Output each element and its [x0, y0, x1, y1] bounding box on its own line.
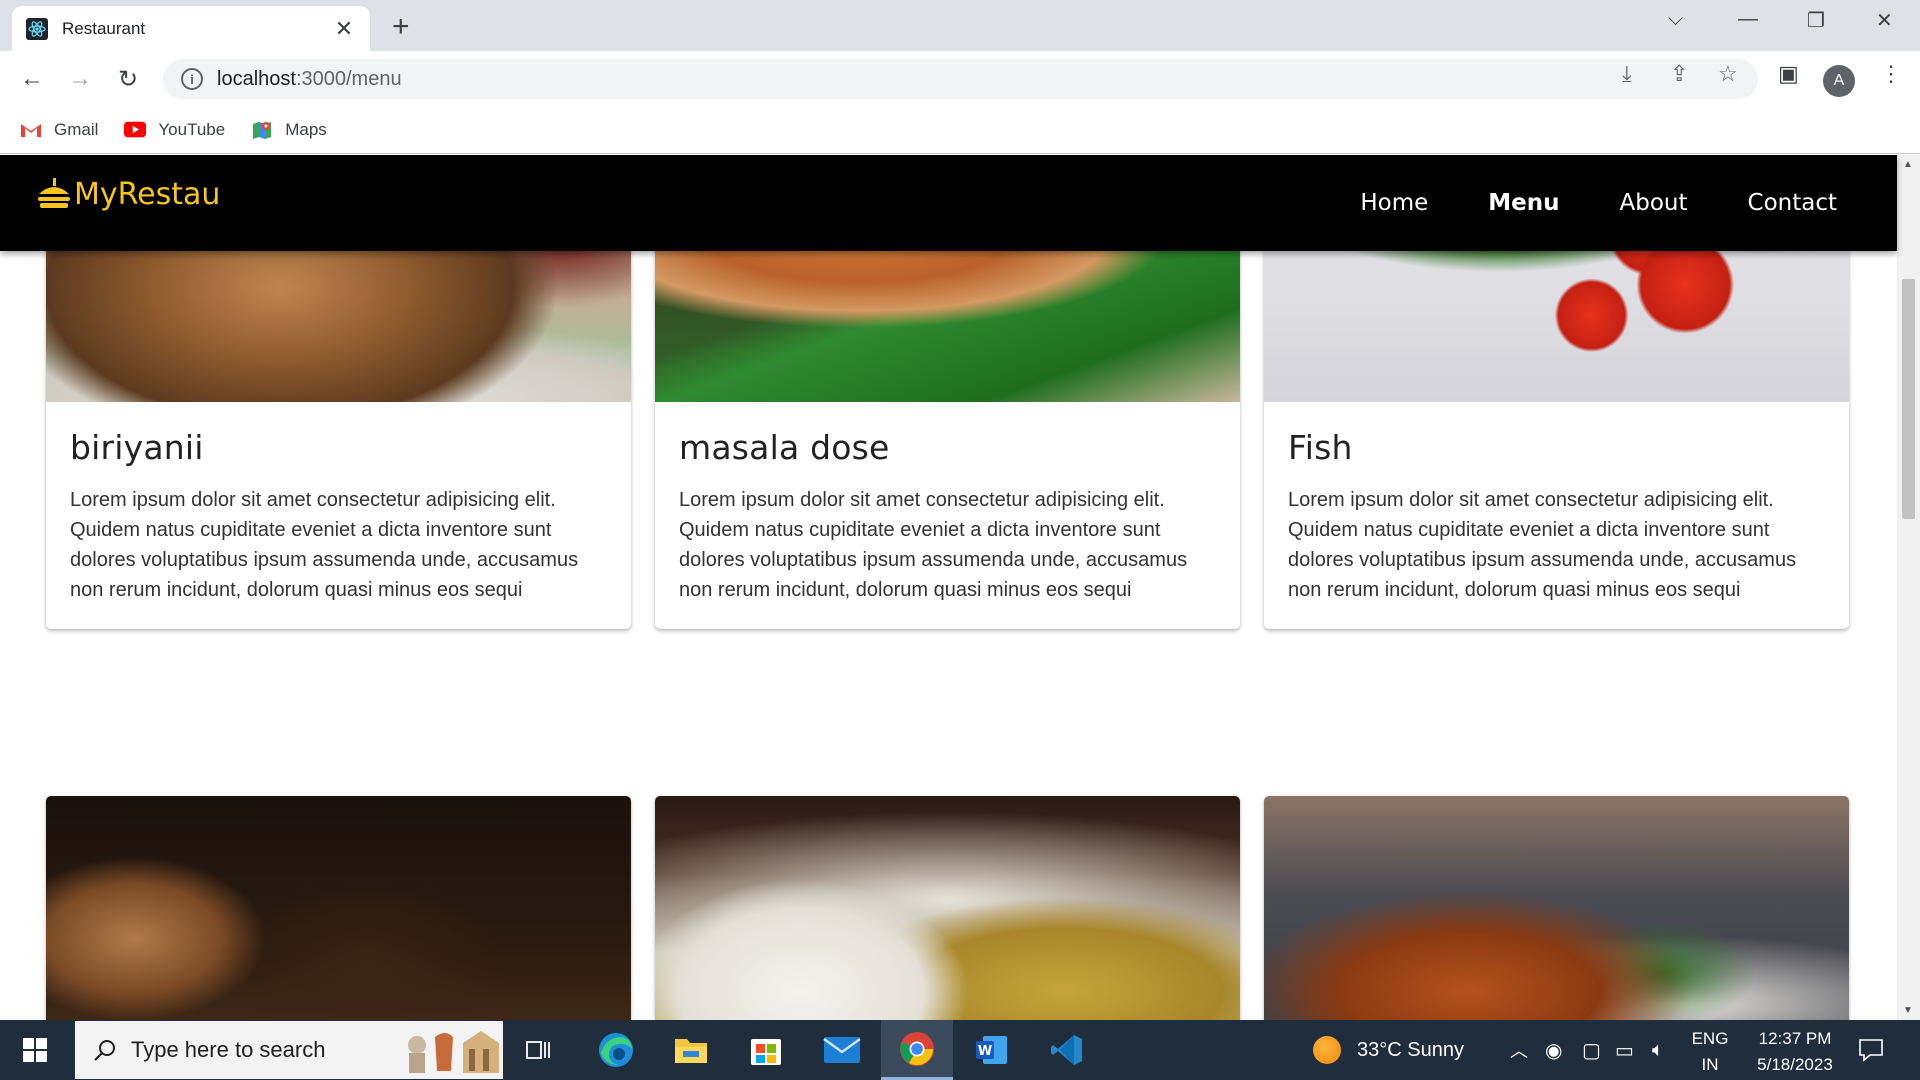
page-viewport: MyRestau Home Menu About Contact biriyan… [0, 155, 1920, 1020]
browser-tab[interactable]: Restaurant ✕ [12, 6, 370, 51]
youtube-icon [124, 121, 147, 139]
install-app-icon[interactable]: ⤓ [1622, 61, 1632, 87]
share-icon[interactable]: ⇪ [1670, 61, 1688, 87]
menu-item-name: biriyanii [70, 428, 204, 467]
menu-item-description: Lorem ipsum dolor sit amet consectetur a… [1288, 489, 1797, 601]
menu-item-name: masala dose [679, 428, 890, 467]
logo-text: MyRestau [74, 177, 221, 212]
mail-icon[interactable] [806, 1020, 878, 1080]
menu-item-image [46, 796, 631, 1020]
windows-taskbar: Type here to search W 33°C Sunny ︿ ◉ ▢ ▭ [0, 1020, 1920, 1080]
bookmark-gmail[interactable]: Gmail [20, 120, 98, 140]
microsoft-store-icon[interactable] [730, 1020, 802, 1080]
edge-icon[interactable] [580, 1020, 652, 1080]
task-view-icon[interactable] [503, 1020, 575, 1080]
menu-item-description: Lorem ipsum dolor sit amet consectetur a… [70, 489, 579, 601]
bookmarks-bar: Gmail YouTube Maps [0, 106, 1920, 154]
restore-icon[interactable]: ❐ [1807, 8, 1825, 33]
page-scrollbar[interactable]: ▲ ▼ [1897, 155, 1920, 1020]
menu-item-image [1264, 796, 1849, 1020]
menu-card[interactable] [46, 796, 631, 1020]
site-info-icon[interactable]: i [181, 68, 203, 90]
volume-icon[interactable]: 🔈︎ [1652, 1020, 1664, 1080]
clock-time: 12:37 PM [1758, 1029, 1832, 1048]
show-hidden-icons-icon[interactable]: ︿ [1510, 1020, 1528, 1080]
back-icon[interactable]: ← [15, 62, 49, 96]
close-tab-icon[interactable]: ✕ [332, 16, 356, 42]
menu-item-name: Fish [1288, 428, 1353, 467]
svg-text:W: W [978, 1044, 992, 1059]
meet-icon[interactable]: ▢ [1582, 1020, 1601, 1080]
react-icon [26, 17, 48, 40]
clock-date: 5/18/2023 [1757, 1055, 1833, 1074]
vscode-icon[interactable] [1031, 1020, 1103, 1080]
site-logo[interactable]: MyRestau [36, 177, 220, 212]
url-host: localhost [217, 67, 296, 90]
search-icon [94, 1040, 115, 1061]
address-bar[interactable]: i localhost:3000/menu [163, 59, 1758, 99]
url-path: :3000/menu [295, 67, 402, 90]
taskbar-search-box[interactable]: Type here to search [75, 1021, 503, 1079]
record-icon[interactable]: ◉ [1545, 1020, 1562, 1080]
reload-icon[interactable]: ↻ [111, 62, 145, 96]
weather-widget[interactable]: 33°C Sunny [1313, 1020, 1464, 1080]
tab-title: Restaurant [62, 18, 146, 38]
new-tab-icon[interactable]: + [392, 10, 410, 44]
language-indicator[interactable]: ENG IN [1688, 1026, 1732, 1078]
menu-kebab-icon[interactable]: ⋮ [1880, 61, 1902, 87]
notifications-icon[interactable] [1858, 1020, 1884, 1080]
search-placeholder: Type here to search [131, 1037, 326, 1062]
burger-logo-icon [38, 177, 70, 208]
sun-icon [1313, 1036, 1341, 1064]
browser-toolbar: ← → ↻ i localhost:3000/menu ⤓ ⇪ ☆ ▣ A ⋮ [0, 51, 1920, 106]
gmail-icon [20, 121, 42, 139]
side-panel-icon[interactable]: ▣ [1778, 61, 1799, 87]
minimize-icon[interactable]: — [1738, 8, 1758, 31]
menu-card[interactable] [655, 796, 1240, 1020]
region-code: IN [1701, 1055, 1719, 1074]
nav-contact[interactable]: Contact [1748, 190, 1837, 216]
windows-start-icon[interactable] [0, 1020, 70, 1080]
browser-tab-strip: Restaurant ✕ + ⌵ — ❐ ✕ [0, 0, 1920, 51]
bookmark-maps[interactable]: Maps [251, 120, 327, 140]
menu-card[interactable] [1264, 796, 1849, 1020]
bookmark-star-icon[interactable]: ☆ [1718, 61, 1738, 87]
menu-item-description: Lorem ipsum dolor sit amet consectetur a… [679, 489, 1188, 601]
weather-text: 33°C Sunny [1357, 1038, 1464, 1061]
nav-about[interactable]: About [1620, 190, 1688, 216]
menu-item-image [655, 796, 1240, 1020]
maps-icon [251, 121, 273, 139]
search-highlight-icon [397, 1023, 501, 1077]
bookmark-youtube[interactable]: YouTube [124, 120, 225, 140]
scroll-up-icon[interactable]: ▲ [1903, 159, 1913, 170]
url-text: localhost:3000/menu [217, 68, 402, 91]
scroll-down-icon[interactable]: ▼ [1903, 1005, 1913, 1016]
nav-home[interactable]: Home [1360, 190, 1428, 216]
site-nav-links: Home Menu About Contact [1300, 155, 1837, 251]
bookmark-label: Maps [285, 119, 327, 139]
tab-search-icon[interactable]: ⌵ [1668, 8, 1683, 31]
file-explorer-icon[interactable] [655, 1020, 727, 1080]
close-window-icon[interactable]: ✕ [1876, 8, 1893, 33]
nav-menu[interactable]: Menu [1488, 190, 1559, 216]
lang-code: ENG [1691, 1029, 1729, 1048]
profile-avatar[interactable]: A [1823, 65, 1855, 97]
bookmark-label: Gmail [54, 119, 99, 139]
forward-icon[interactable]: → [63, 62, 97, 96]
taskbar-clock[interactable]: 12:37 PM 5/18/2023 [1740, 1026, 1850, 1078]
chrome-icon[interactable] [881, 1020, 953, 1080]
battery-icon[interactable]: ▭ [1615, 1020, 1634, 1080]
bookmark-label: YouTube [158, 119, 226, 139]
scrollbar-thumb[interactable] [1902, 279, 1915, 519]
word-icon[interactable]: W [956, 1020, 1028, 1080]
site-navbar: MyRestau Home Menu About Contact [0, 155, 1897, 251]
